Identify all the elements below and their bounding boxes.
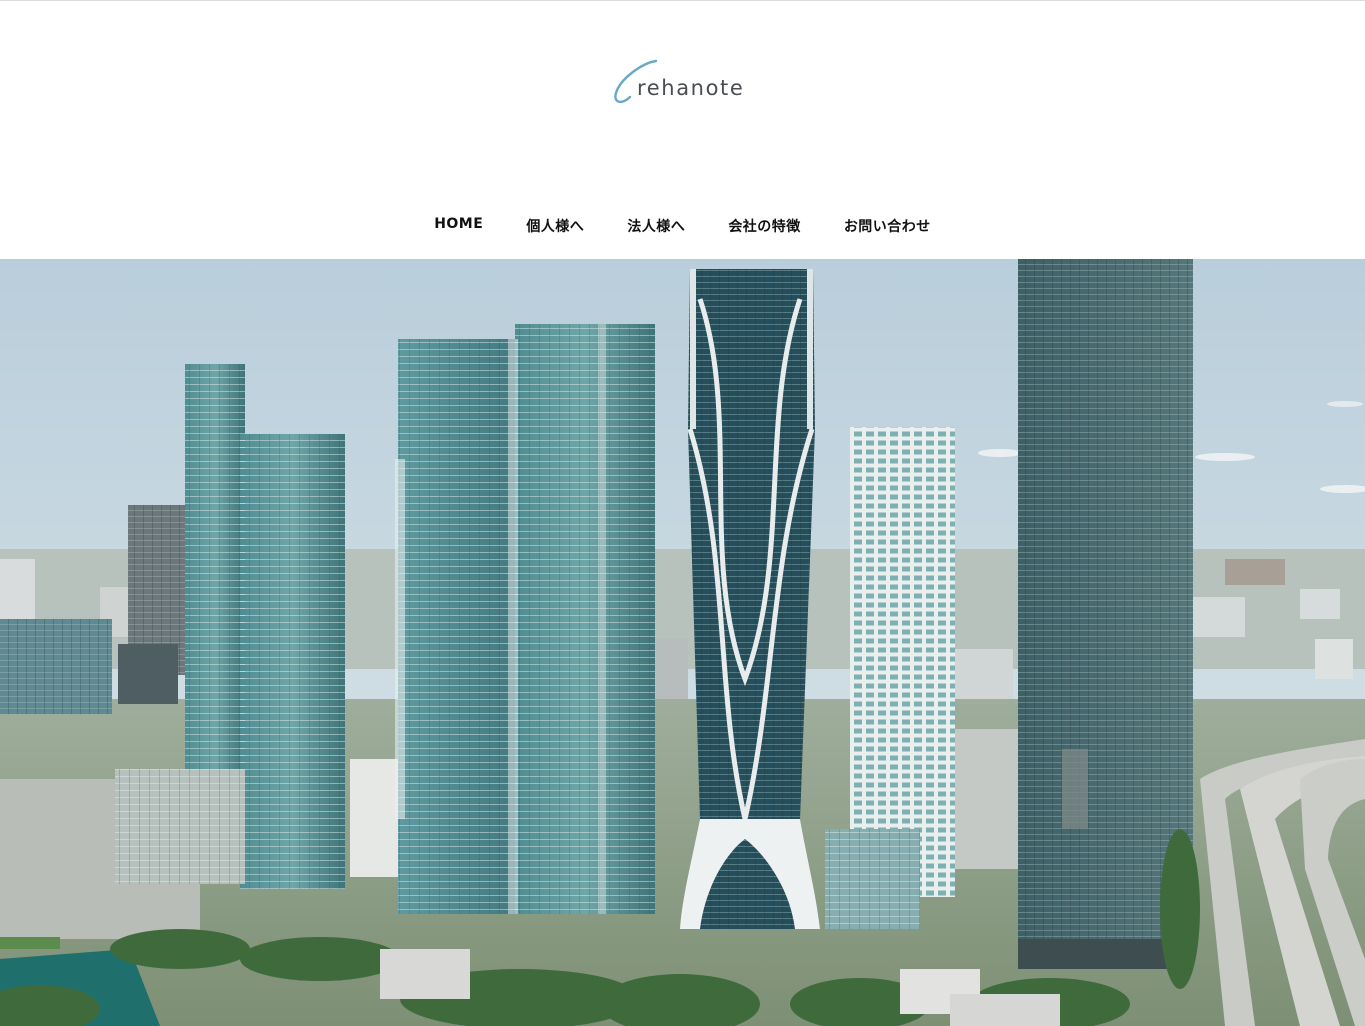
site-header: rehanote HOME 個人様へ 法人様へ 会社の特徴 お問い合わせ bbox=[0, 1, 1365, 259]
site-logo[interactable]: rehanote bbox=[612, 59, 744, 107]
main-navigation: HOME 個人様へ 法人様へ 会社の特徴 お問い合わせ bbox=[0, 213, 1365, 239]
nav-item-home[interactable]: HOME bbox=[413, 213, 505, 239]
nav-item-individual[interactable]: 個人様へ bbox=[505, 213, 606, 239]
nav-item-features[interactable]: 会社の特徴 bbox=[707, 213, 823, 239]
city-skyline-illustration bbox=[0, 259, 1365, 1026]
nav-item-corporate[interactable]: 法人様へ bbox=[606, 213, 707, 239]
logo-text: rehanote bbox=[637, 76, 745, 100]
hero-image bbox=[0, 259, 1365, 1026]
nav-item-contact[interactable]: お問い合わせ bbox=[822, 213, 952, 239]
